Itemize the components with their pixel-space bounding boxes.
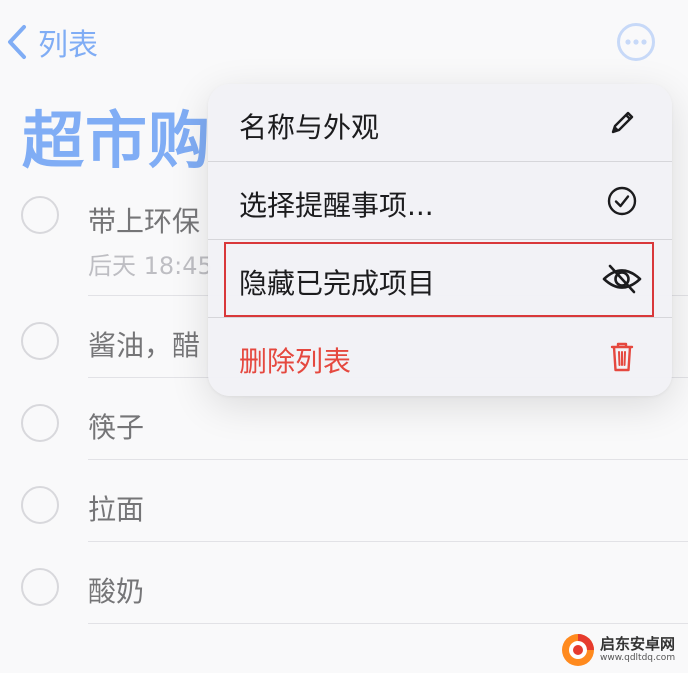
watermark: 启东安卓网 www.qdltdq.com	[560, 630, 684, 670]
menu-item-label: 选择提醒事项...	[239, 189, 434, 222]
pencil-icon	[602, 103, 642, 143]
trash-icon	[602, 337, 642, 377]
menu-item-label: 删除列表	[239, 345, 352, 378]
menu-item-name-and-appearance[interactable]: 名称与外观	[208, 84, 672, 162]
watermark-url: www.qdltdq.com	[600, 653, 676, 663]
menu-item-delete-list[interactable]: 删除列表	[208, 318, 672, 396]
watermark-name: 启东安卓网	[600, 635, 676, 653]
menu-item-label: 名称与外观	[239, 111, 380, 144]
list-options-menu: 名称与外观 选择提醒事项... 隐藏已完成项目 删除列表	[208, 84, 672, 396]
reminders-screen: 列表 超市购 带上环保 后天 18:45 酱油，醋 筷子 拉面 酸奶 名称与外观…	[0, 0, 688, 673]
watermark-logo-icon	[560, 632, 596, 668]
menu-item-select-reminders[interactable]: 选择提醒事项...	[208, 162, 672, 240]
checkmark-circle-icon	[602, 181, 642, 221]
highlight-box	[224, 242, 654, 317]
